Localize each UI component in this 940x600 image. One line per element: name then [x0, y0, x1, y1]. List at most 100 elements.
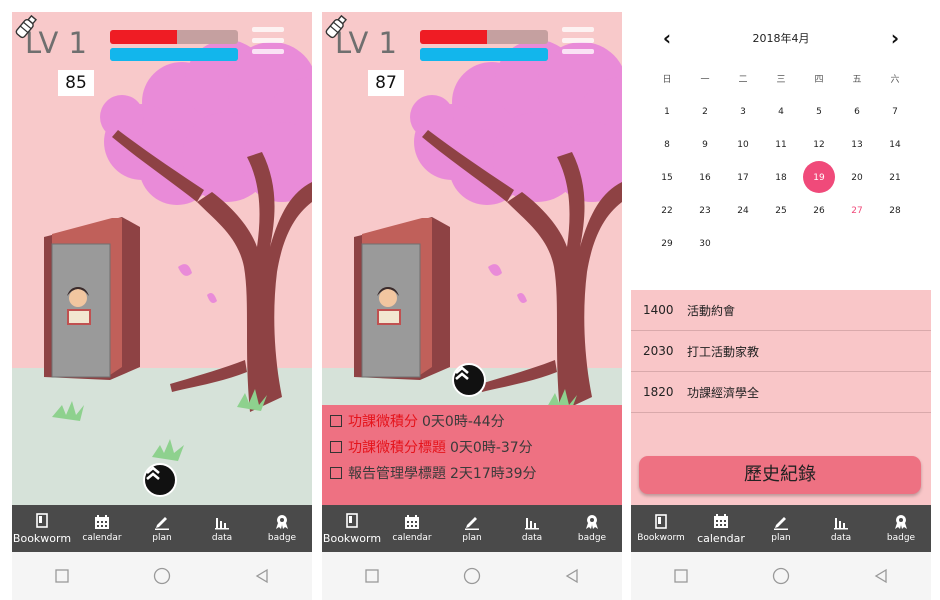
calendar-day[interactable]: 3 — [724, 95, 762, 128]
calendar-day[interactable]: 4 — [762, 95, 800, 128]
square-icon — [674, 569, 688, 583]
book-icon — [346, 512, 358, 528]
menu-icon[interactable] — [252, 27, 284, 57]
calendar-day[interactable]: 16 — [686, 161, 724, 194]
prev-month-button[interactable]: ‹ — [655, 26, 679, 50]
tab-data[interactable]: data — [811, 505, 871, 552]
calendar-day[interactable]: 8 — [648, 128, 686, 161]
calendar-day[interactable]: 29 — [648, 227, 686, 260]
calendar-day[interactable]: 12 — [800, 128, 838, 161]
task-name: 功課微積分 — [348, 414, 418, 430]
tab-bookworm[interactable]: Bookworm — [631, 505, 691, 552]
task-item[interactable]: 功課微積分 0天0時-44分 — [322, 408, 622, 434]
recent-apps-button[interactable] — [666, 566, 696, 586]
calendar-day[interactable]: 15 — [648, 161, 686, 194]
calendar-day[interactable]: 30 — [686, 227, 724, 260]
pencil-icon — [465, 517, 479, 530]
tab-plan[interactable]: plan — [442, 505, 502, 552]
xp-fill — [110, 48, 238, 61]
bar-chart-icon — [834, 518, 848, 530]
calendar-month-title: 2018年4月 — [752, 32, 810, 45]
weekday-label: 三 — [776, 75, 786, 85]
calendar-day[interactable]: 28 — [876, 194, 914, 227]
calendar-day[interactable]: 1 — [648, 95, 686, 128]
task-item[interactable]: 功課微積分標題 0天0時-37分 — [322, 434, 622, 460]
calendar-empty-cell — [876, 227, 914, 260]
calendar-day[interactable]: 18 — [762, 161, 800, 194]
task-checkbox[interactable] — [330, 415, 342, 427]
tab-label: badge — [267, 533, 297, 543]
calendar-day[interactable]: 27 — [838, 194, 876, 227]
calendar-day-number: 26 — [813, 205, 825, 216]
weekday-label: 四 — [814, 75, 824, 85]
tab-data[interactable]: data — [192, 505, 252, 552]
tab-label: badge — [886, 533, 916, 543]
calendar-day[interactable]: 11 — [762, 128, 800, 161]
calendar-day-number: 5 — [816, 106, 822, 117]
tab-label: plan — [462, 533, 482, 543]
calendar-day[interactable]: 20 — [838, 161, 876, 194]
tab-label: plan — [771, 533, 791, 543]
calendar-day[interactable]: 13 — [838, 128, 876, 161]
calendar-day[interactable]: 10 — [724, 128, 762, 161]
menu-icon[interactable] — [562, 27, 594, 57]
calendar-day[interactable]: 24 — [724, 194, 762, 227]
badge-icon — [586, 515, 598, 529]
tab-bookworm[interactable]: Bookworm — [322, 505, 382, 552]
back-button[interactable] — [557, 566, 587, 586]
task-name: 功課微積分標題 — [348, 440, 446, 456]
circle-icon — [463, 567, 481, 585]
tab-plan[interactable]: plan — [751, 505, 811, 552]
home-button[interactable] — [147, 566, 177, 586]
tab-calendar[interactable]: calendar — [72, 505, 132, 552]
weekday-row: 日一二三四五六 — [648, 62, 930, 95]
calendar-day[interactable]: 17 — [724, 161, 762, 194]
history-button[interactable]: 歷史紀錄 — [639, 456, 921, 494]
calendar-day[interactable]: 9 — [686, 128, 724, 161]
back-button[interactable] — [247, 566, 277, 586]
tab-calendar[interactable]: calendar — [382, 505, 442, 552]
home-button[interactable] — [457, 566, 487, 586]
recent-apps-button[interactable] — [47, 566, 77, 586]
tab-plan[interactable]: plan — [132, 505, 192, 552]
weekday-label: 二 — [738, 75, 748, 85]
scroll-up-button[interactable] — [452, 363, 486, 397]
tab-data[interactable]: data — [502, 505, 562, 552]
scroll-up-button[interactable] — [143, 463, 177, 497]
task-checkbox[interactable] — [330, 441, 342, 453]
tab-badge[interactable]: badge — [562, 505, 622, 552]
calendar-day[interactable]: 25 — [762, 194, 800, 227]
event-item[interactable]: 1400 活動約會 — [631, 290, 931, 331]
tab-bookworm[interactable]: Bookworm — [12, 505, 72, 552]
calendar-day[interactable]: 19 — [800, 161, 838, 194]
bar-chart-icon — [525, 518, 539, 530]
task-checkbox[interactable] — [330, 467, 342, 479]
back-button[interactable] — [866, 566, 896, 586]
task-item[interactable]: 報告管理學標題 2天17時39分 — [322, 460, 622, 486]
calendar-day[interactable]: 2 — [686, 95, 724, 128]
triangle-back-icon — [255, 568, 268, 584]
calendar: ‹ 2018年4月 › 日一二三四五六 1 2 3 4 5 6 7 8 9 10 11 12 13 14 15… — [631, 12, 931, 290]
event-item[interactable]: 1820 功課經濟學全 — [631, 372, 931, 413]
next-month-button[interactable]: › — [883, 26, 907, 50]
calendar-day-number: 8 — [664, 139, 670, 150]
tab-calendar[interactable]: calendar — [691, 505, 751, 552]
tab-badge[interactable]: badge — [252, 505, 312, 552]
calendar-day-number: 21 — [889, 172, 901, 183]
calendar-day-number: 27 — [851, 205, 863, 216]
home-button[interactable] — [766, 566, 796, 586]
calendar-day[interactable]: 14 — [876, 128, 914, 161]
calendar-day[interactable]: 5 — [800, 95, 838, 128]
calendar-day[interactable]: 26 — [800, 194, 838, 227]
task-panel: 功課微積分 0天0時-44分 功課微積分標題 0天0時-37分 報告管理學標題 … — [322, 405, 622, 505]
tab-badge[interactable]: badge — [871, 505, 931, 552]
event-item[interactable]: 2030 打工活動家教 — [631, 331, 931, 372]
calendar-day[interactable]: 23 — [686, 194, 724, 227]
weekday-label: 一 — [700, 75, 710, 85]
calendar-day[interactable]: 6 — [838, 95, 876, 128]
calendar-day[interactable]: 7 — [876, 95, 914, 128]
recent-apps-button[interactable] — [357, 566, 387, 586]
calendar-day[interactable]: 21 — [876, 161, 914, 194]
xp-bar — [420, 48, 548, 61]
calendar-day[interactable]: 22 — [648, 194, 686, 227]
